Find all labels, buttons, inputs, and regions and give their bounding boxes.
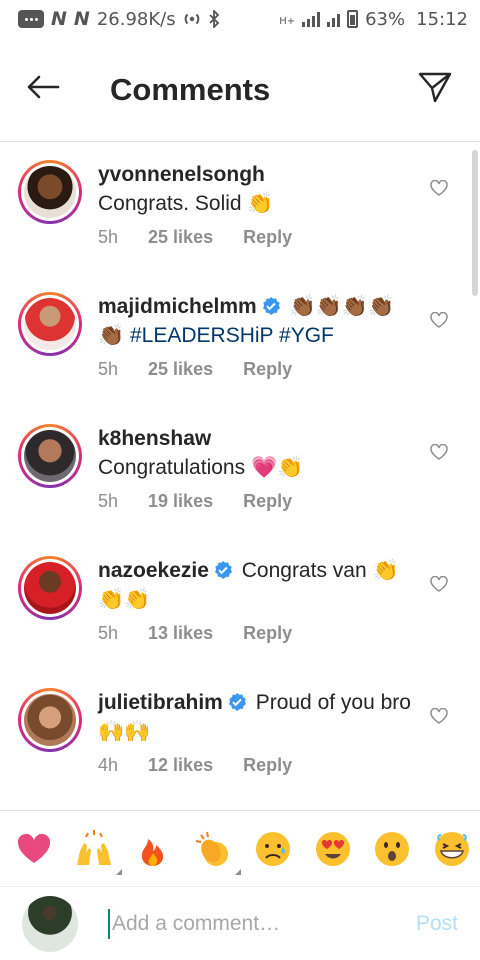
comment-time: 4h [98, 755, 119, 775]
avatar[interactable] [18, 556, 82, 620]
signal-icon [302, 11, 321, 27]
reply-button[interactable]: Reply [243, 491, 292, 512]
comment-item: nazoekezie Congrats van 👏👏👏 5h 13 likes … [0, 538, 480, 670]
crying-face-emoji-icon[interactable] [253, 829, 293, 869]
quick-reaction-bar [0, 810, 480, 886]
comment-username[interactable]: majidmichelmm [98, 295, 257, 318]
current-user-avatar [22, 895, 78, 952]
reply-button[interactable]: Reply [243, 227, 292, 248]
comment-likes[interactable]: 25 likes [148, 359, 213, 380]
battery-icon [347, 10, 359, 28]
comment-meta: 4h 12 likes Reply [98, 755, 418, 776]
comment-username[interactable]: nazoekezie [98, 559, 209, 582]
comment-composer: Post [0, 886, 480, 960]
verified-badge-icon [228, 693, 246, 711]
comment-time: 5h [98, 623, 119, 643]
comment-text: yvonnenelsongh Congrats. Solid 👏 [98, 160, 418, 218]
comment-time: 5h [98, 359, 119, 379]
comment-item: yvonnenelsongh Congrats. Solid 👏 5h 25 l… [0, 142, 480, 274]
comment-body: Proud of you bro [255, 691, 411, 714]
like-heart-icon[interactable] [430, 311, 448, 333]
text-caret [108, 908, 110, 939]
like-heart-icon[interactable] [430, 575, 448, 597]
surprised-face-emoji-icon[interactable] [372, 829, 412, 869]
battery-level: 63% [365, 8, 406, 30]
reply-button[interactable]: Reply [243, 623, 292, 644]
comment-meta: 5h 13 likes Reply [98, 623, 418, 644]
reply-button[interactable]: Reply [243, 755, 292, 776]
comment-body: Congrats van [241, 559, 367, 582]
n-notification-icon: N [51, 8, 67, 30]
comment-time: 5h [98, 227, 119, 247]
send-direct-icon[interactable] [418, 71, 452, 108]
comment-text: julietibrahim Proud of you bro 🙌🙌 [98, 688, 418, 746]
comment-hashtags[interactable]: #LEADERSHiP #YGF [130, 324, 334, 347]
comment-item: majidmichelmm 👏🏾👏🏾👏🏾👏🏾👏🏾 #LEADERSHiP #YG… [0, 274, 480, 406]
post-button[interactable]: Post [416, 912, 458, 936]
clapping-hands-emoji-icon[interactable] [193, 829, 242, 875]
comment-likes[interactable]: 12 likes [148, 755, 213, 776]
network-type: H+ [279, 15, 296, 27]
clock: 15:12 [416, 8, 468, 30]
heart-emoji-icon[interactable] [14, 829, 54, 869]
signal-icon-2 [327, 11, 341, 27]
raising-hands-emoji-icon[interactable] [74, 829, 122, 875]
fire-emoji-icon[interactable] [133, 829, 173, 869]
comment-emojis: 👏 [247, 192, 274, 215]
comment-emojis: 💗👏 [250, 456, 304, 479]
bluetooth-icon [208, 10, 219, 28]
comment-text: nazoekezie Congrats van 👏👏👏 [98, 556, 418, 614]
comment-username[interactable]: julietibrahim [98, 691, 223, 714]
hotspot-icon [184, 13, 199, 25]
grinning-face-emoji-icon[interactable] [432, 829, 472, 869]
comment-text: majidmichelmm 👏🏾👏🏾👏🏾👏🏾👏🏾 #LEADERSHiP #YG… [98, 292, 418, 350]
like-heart-icon[interactable] [430, 707, 448, 729]
comment-emojis: 🙌🙌 [98, 720, 151, 743]
comment-likes[interactable]: 13 likes [148, 623, 213, 644]
like-heart-icon[interactable] [430, 443, 448, 465]
comment-likes[interactable]: 19 likes [148, 491, 213, 512]
n-notification-icon-2: N [73, 8, 90, 30]
network-speed: 26.98K/s [96, 8, 176, 30]
header: Comments [0, 38, 480, 142]
comment-username[interactable]: k8henshaw [98, 427, 211, 450]
comment-meta: 5h 25 likes Reply [98, 359, 418, 380]
comment-meta: 5h 19 likes Reply [98, 491, 418, 512]
comment-item: julietibrahim Proud of you bro 🙌🙌 4h 12 … [0, 670, 480, 802]
heart-eyes-emoji-icon[interactable] [313, 829, 353, 869]
comment-likes[interactable]: 25 likes [148, 227, 213, 248]
comment-body: Congratulations [98, 456, 246, 479]
avatar[interactable] [18, 688, 82, 752]
status-bar: N N 26.98K/s H+ 63% 15:12 [0, 0, 480, 38]
comment-text: k8henshaw Congratulations 💗👏 [98, 424, 418, 482]
verified-badge-icon [262, 297, 280, 315]
verified-badge-icon [214, 561, 232, 579]
comment-body: Congrats. Solid [98, 192, 242, 215]
comment-username[interactable]: yvonnenelsongh [98, 163, 265, 186]
comment-time: 5h [98, 491, 119, 511]
comment-meta: 5h 25 likes Reply [98, 227, 418, 248]
message-notification-icon [18, 10, 44, 28]
avatar[interactable] [18, 424, 82, 488]
avatar[interactable] [18, 160, 82, 224]
page-title: Comments [110, 71, 271, 107]
like-heart-icon[interactable] [430, 179, 448, 201]
reply-button[interactable]: Reply [243, 359, 292, 380]
comment-list[interactable]: yvonnenelsongh Congrats. Solid 👏 5h 25 l… [0, 142, 480, 808]
avatar[interactable] [18, 292, 82, 356]
back-arrow-icon[interactable] [26, 75, 60, 104]
comment-input[interactable] [112, 911, 416, 936]
comment-item: k8henshaw Congratulations 💗👏 5h 19 likes… [0, 406, 480, 538]
